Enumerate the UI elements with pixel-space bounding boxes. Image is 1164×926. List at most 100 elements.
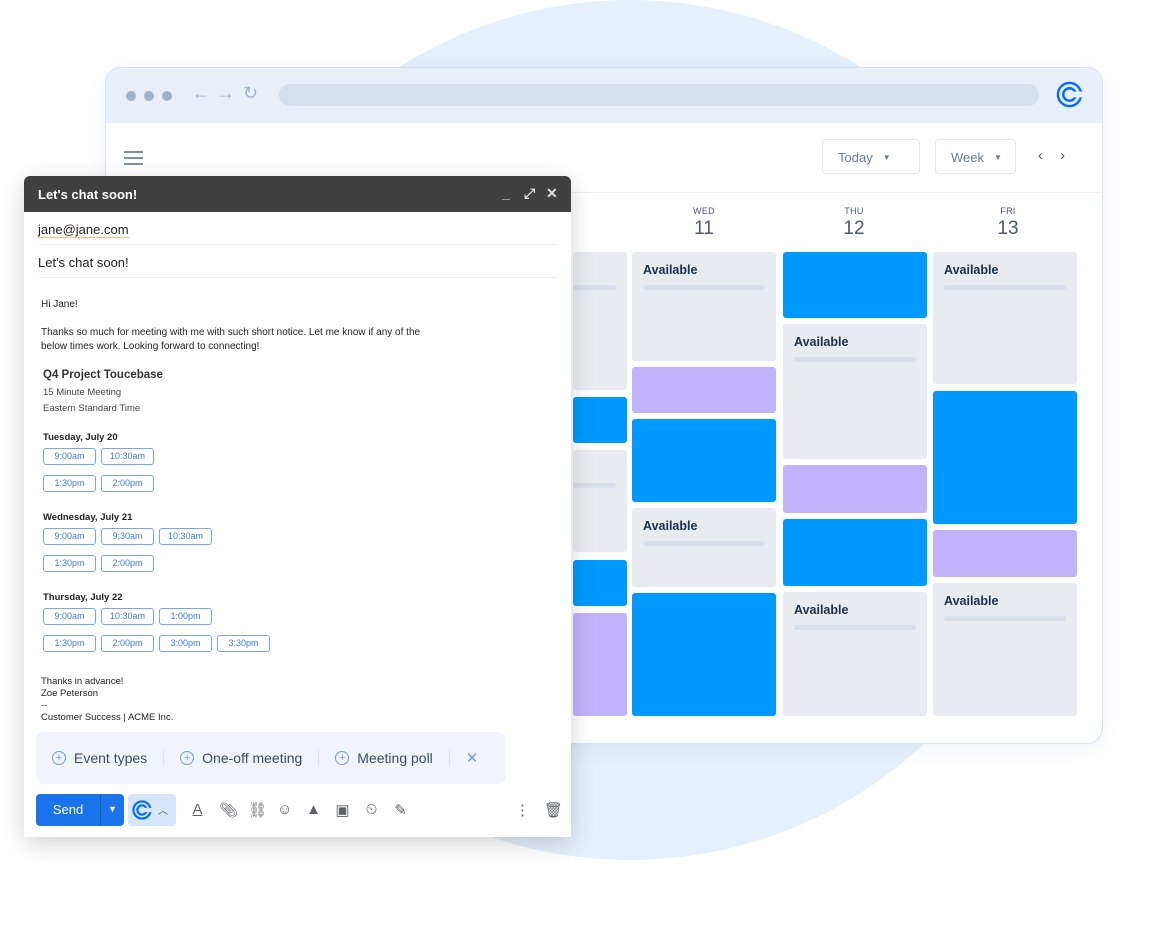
caret-down-icon: ▼ bbox=[882, 153, 891, 162]
address-bar[interactable] bbox=[279, 84, 1039, 106]
day-date: 12 bbox=[843, 218, 865, 239]
tentative-event[interactable] bbox=[933, 530, 1077, 577]
emoji-icon[interactable]: ☺ bbox=[277, 801, 292, 818]
attach-icon[interactable]: 📎︎ bbox=[219, 801, 238, 819]
forward-arrow-icon[interactable]: → bbox=[217, 83, 235, 104]
busy-event[interactable] bbox=[573, 560, 627, 606]
more-options-icon[interactable]: ⋮ bbox=[515, 801, 530, 819]
time-slot-button[interactable]: 2:00pm bbox=[101, 555, 154, 572]
event-title: Q4 Project Toucebase bbox=[43, 369, 163, 381]
busy-event[interactable] bbox=[632, 593, 776, 716]
time-slot-button[interactable]: 3:30pm bbox=[217, 635, 270, 652]
link-icon[interactable]: ⛓︎ bbox=[248, 801, 267, 819]
tentative-event[interactable] bbox=[573, 613, 627, 716]
time-slot-button[interactable]: 9:00am bbox=[43, 528, 96, 545]
busy-event[interactable] bbox=[783, 519, 927, 586]
subject-field[interactable]: Let's chat soon! bbox=[38, 245, 557, 278]
sender-org: Customer Success | ACME Inc. bbox=[41, 712, 174, 723]
available-label: Available bbox=[944, 263, 999, 277]
send-label: Send bbox=[36, 793, 101, 826]
placeholder-line bbox=[944, 616, 1066, 621]
day-label: Wednesday, July 21 bbox=[43, 512, 133, 523]
day-header-fri: FRI 13 bbox=[936, 206, 1080, 240]
calendly-logo-icon bbox=[132, 799, 152, 820]
text-format-icon[interactable]: A bbox=[190, 801, 205, 818]
confidential-mode-icon[interactable]: ⏲︎ bbox=[364, 801, 379, 818]
send-options-icon[interactable]: ▼ bbox=[101, 794, 124, 826]
available-slot[interactable]: Available bbox=[783, 592, 927, 716]
signoff: Thanks in advance! bbox=[41, 676, 124, 687]
back-arrow-icon[interactable]: ← bbox=[192, 83, 210, 104]
to-field[interactable]: jane@jane.com bbox=[38, 212, 557, 245]
tentative-event[interactable] bbox=[632, 367, 776, 413]
time-slot-button[interactable]: 1:30pm bbox=[43, 475, 96, 492]
day-name: THU bbox=[844, 206, 864, 216]
time-slot-button[interactable]: 9:30am bbox=[101, 528, 154, 545]
busy-event[interactable] bbox=[933, 391, 1077, 524]
placeholder-line bbox=[794, 625, 916, 630]
busy-event[interactable] bbox=[632, 419, 776, 502]
window-dot[interactable] bbox=[144, 91, 154, 101]
view-dropdown[interactable]: Week ▼ bbox=[935, 139, 1016, 174]
available-slot[interactable]: Available bbox=[933, 252, 1077, 384]
available-slot[interactable] bbox=[573, 450, 627, 552]
plus-circle-icon: + bbox=[180, 751, 195, 765]
compose-title: Let's chat soon! bbox=[38, 187, 138, 202]
minimize-icon[interactable]: _ bbox=[502, 185, 510, 201]
drive-icon[interactable]: ▲ bbox=[306, 801, 321, 818]
time-slot-button[interactable]: 10:30am bbox=[101, 608, 154, 625]
available-slot[interactable]: Available bbox=[933, 583, 1077, 716]
available-slot[interactable]: Available bbox=[632, 508, 776, 587]
available-slot[interactable]: Available bbox=[783, 324, 927, 459]
day-name: FRI bbox=[1000, 206, 1016, 216]
expand-icon[interactable]: ⤢ bbox=[524, 185, 535, 202]
chevron-up-icon: ︿ bbox=[158, 806, 168, 817]
image-icon[interactable]: ▣ bbox=[335, 801, 350, 819]
time-slot-button[interactable]: 3:00pm bbox=[159, 635, 212, 652]
time-slot-button[interactable]: 1:00pm bbox=[159, 608, 212, 625]
tentative-event[interactable] bbox=[783, 465, 927, 513]
time-slot-button[interactable]: 2:00pm bbox=[101, 635, 154, 652]
chevron-right-icon[interactable]: › bbox=[1060, 147, 1065, 164]
button-label: Event types bbox=[74, 750, 148, 766]
close-icon[interactable]: ✕ bbox=[466, 749, 479, 767]
day-header-thu: THU 12 bbox=[782, 206, 926, 240]
reload-icon[interactable]: ↻ bbox=[243, 83, 258, 104]
calendly-toggle[interactable]: ︿ bbox=[128, 793, 176, 826]
available-slot[interactable]: Available bbox=[632, 252, 776, 361]
available-slot[interactable] bbox=[573, 252, 627, 390]
signature-pen-icon[interactable]: ✎ bbox=[393, 801, 408, 819]
day-header-wed: WED 11 bbox=[632, 206, 776, 240]
compose-toolbar: Send ▼ ︿ A 📎︎ ⛓︎ ☺ ▲ ▣ ⏲︎ ✎ ⋮ 🗑︎ bbox=[36, 793, 563, 826]
time-slot-button[interactable]: 2:00pm bbox=[101, 475, 154, 492]
placeholder-line bbox=[573, 285, 616, 290]
placeholder-line bbox=[794, 357, 916, 362]
time-slot-button[interactable]: 10:30am bbox=[101, 448, 154, 465]
send-button[interactable]: Send ▼ bbox=[36, 793, 124, 826]
view-label: Week bbox=[951, 150, 984, 165]
today-label: Today bbox=[838, 150, 873, 165]
menu-icon[interactable] bbox=[124, 151, 143, 169]
recipient: jane@jane.com bbox=[38, 222, 129, 238]
calendly-logo-icon[interactable] bbox=[1056, 81, 1083, 108]
availability-day: Tuesday, July 20 9:00am 10:30am 1:30pm 2:00p… bbox=[41, 431, 554, 497]
meeting-poll-button[interactable]: + Meeting poll bbox=[335, 750, 450, 766]
one-off-meeting-button[interactable]: + One-off meeting bbox=[180, 750, 320, 766]
time-slot-button[interactable]: 9:00am bbox=[43, 448, 96, 465]
window-dot[interactable] bbox=[126, 91, 136, 101]
time-slot-button[interactable]: 9:00am bbox=[43, 608, 96, 625]
time-slot-button[interactable]: 10:30am bbox=[159, 528, 212, 545]
trash-icon[interactable]: 🗑︎ bbox=[544, 801, 563, 819]
window-dot[interactable] bbox=[162, 91, 172, 101]
close-icon[interactable]: ✕ bbox=[546, 185, 558, 202]
placeholder-line bbox=[944, 285, 1066, 290]
chevron-left-icon[interactable]: ‹ bbox=[1038, 147, 1043, 164]
busy-event[interactable] bbox=[573, 397, 627, 443]
event-types-button[interactable]: + Event types bbox=[52, 750, 165, 766]
time-slot-button[interactable]: 1:30pm bbox=[43, 555, 96, 572]
message-body[interactable]: Hi Jane! Thanks so much for meeting with… bbox=[24, 278, 571, 657]
available-label: Available bbox=[944, 594, 999, 608]
busy-event[interactable] bbox=[783, 252, 927, 318]
today-dropdown[interactable]: Today ▼ bbox=[822, 139, 920, 174]
time-slot-button[interactable]: 1:30pm bbox=[43, 635, 96, 652]
